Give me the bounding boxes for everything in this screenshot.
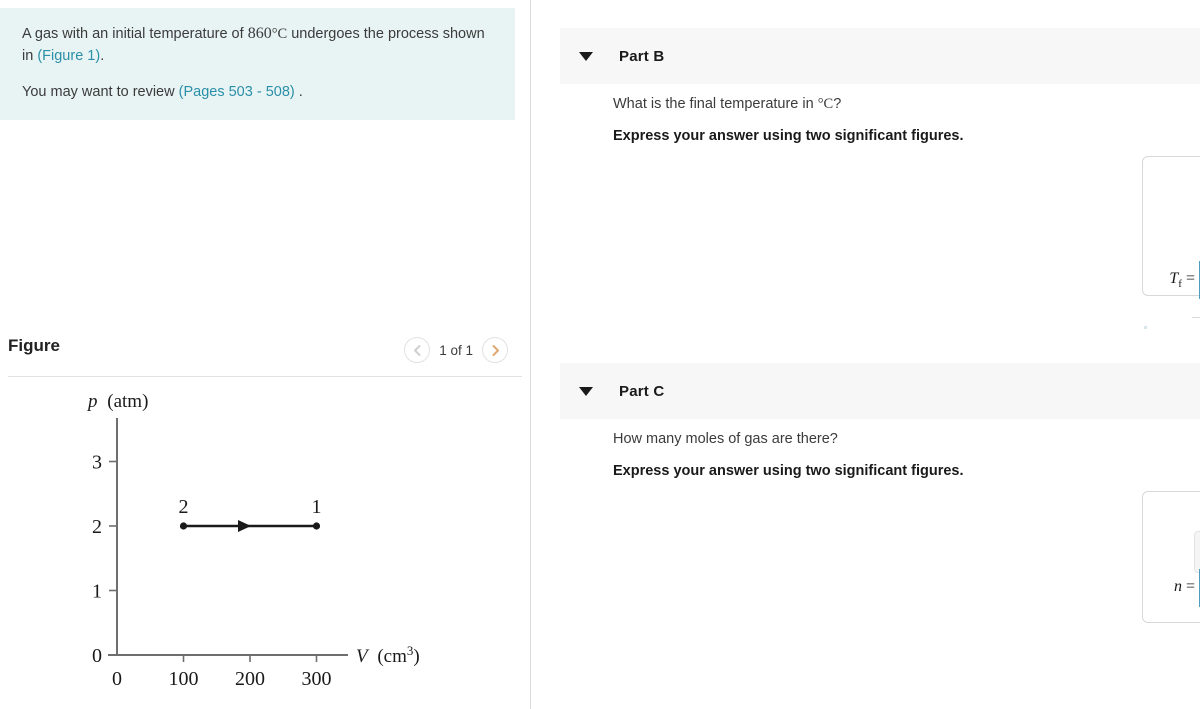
chevron-right-icon <box>490 344 501 357</box>
process-point-labels: 12 <box>179 496 322 518</box>
review-prefix-text: You may want to review <box>22 83 179 100</box>
part-c-variable-symbol: n <box>1173 577 1182 595</box>
problem-temp-value: 860 <box>247 25 272 42</box>
part-b-answer-row: Tf = °C <box>1153 261 1200 299</box>
part-b-label: Part B <box>619 47 665 65</box>
svg-text:0: 0 <box>112 668 122 690</box>
caret-down-icon[interactable] <box>579 51 593 61</box>
y-axis-label: p (atm) <box>86 391 148 412</box>
part-b-card-marker <box>1144 326 1147 329</box>
pv-diagram-figure: 0123 0 100 200 300 12 p (atm) V (cm3) <box>0 382 530 702</box>
figure-title: Figure <box>8 336 60 355</box>
figure-next-button[interactable] <box>482 337 508 363</box>
x-axis-tick-labels: 0 100 200 300 <box>112 668 332 690</box>
figure-navigation: 1 of 1 <box>404 337 508 363</box>
part-c-question-text: How many moles of gas are there? <box>613 431 838 447</box>
part-b-question-unit: °C <box>817 96 834 112</box>
part-c-header[interactable]: Part C <box>560 363 1200 419</box>
problem-statement-line-2: You may want to review (Pages 503 - 508)… <box>22 82 497 104</box>
figure-divider <box>8 376 522 377</box>
svg-text:2: 2 <box>179 496 189 518</box>
x-axis-label: V (cm3) <box>356 643 420 667</box>
problem-statement-line-1: A gas with an initial temperature of 860… <box>22 22 497 68</box>
review-suffix-text: . <box>294 83 303 100</box>
y-axis-tick-labels: 0 1 2 3 <box>92 452 102 668</box>
part-c-variable-label: n = <box>1153 578 1195 598</box>
left-pane: A gas with an initial temperature of 860… <box>0 0 530 709</box>
svg-text:1: 1 <box>312 496 322 518</box>
part-c-answer-row: n = mol <box>1153 569 1200 607</box>
process-series <box>179 520 321 532</box>
right-pane: Part B What is the final temperature in … <box>531 0 1200 709</box>
problem-text-before-temp: A gas with an initial temperature of <box>22 26 248 42</box>
part-b-header[interactable]: Part B <box>560 28 1200 84</box>
part-c-equals-sign: = <box>1185 577 1195 595</box>
part-b-instruction: Express your answer using two significan… <box>613 128 964 144</box>
part-b-variable-subscript: f <box>1178 278 1182 291</box>
figure-counter: 1 of 1 <box>439 342 473 358</box>
part-c-answer-toolbar: ΑΣϕ <box>1194 531 1200 573</box>
problem-temp-unit: °C <box>271 26 288 42</box>
svg-text:3: 3 <box>92 452 102 474</box>
svg-text:200: 200 <box>235 668 265 690</box>
svg-text:1: 1 <box>92 581 102 603</box>
figure-1-link[interactable]: (Figure 1) <box>37 48 100 64</box>
caret-down-icon[interactable] <box>579 386 593 396</box>
svg-text:300: 300 <box>302 668 332 690</box>
x-axis-ticks <box>182 655 318 662</box>
y-axis-ticks <box>109 460 117 656</box>
svg-text:100: 100 <box>169 668 199 690</box>
part-c-label: Part C <box>619 382 665 400</box>
part-b-equals-sign: = <box>1185 269 1195 287</box>
chevron-left-icon <box>412 344 423 357</box>
svg-text:2: 2 <box>92 516 102 538</box>
part-c-question: How many moles of gas are there? <box>613 431 838 448</box>
part-b-question-text: What is the final temperature in <box>613 96 818 112</box>
part-b-card-rule <box>1192 317 1200 318</box>
review-pages-link[interactable]: (Pages 503 - 508) <box>179 84 295 100</box>
part-b-question-tail: ? <box>833 96 842 112</box>
figure-prev-button[interactable] <box>404 337 431 363</box>
part-b-question: What is the final temperature in °C? <box>613 96 841 113</box>
problem-period-1: . <box>100 48 105 64</box>
part-b-variable-label: Tf = <box>1153 270 1195 290</box>
part-b-variable-symbol: T <box>1169 269 1179 287</box>
page-root: A gas with an initial temperature of 860… <box>0 0 1200 709</box>
part-c-instruction: Express your answer using two significan… <box>613 463 964 479</box>
figure-header: Figure 1 of 1 <box>0 334 530 376</box>
svg-text:0: 0 <box>92 645 102 667</box>
pv-diagram-svg: 0123 0 100 200 300 12 p (atm) V (cm3) <box>86 391 420 690</box>
problem-statement-box: A gas with an initial temperature of 860… <box>0 8 515 120</box>
